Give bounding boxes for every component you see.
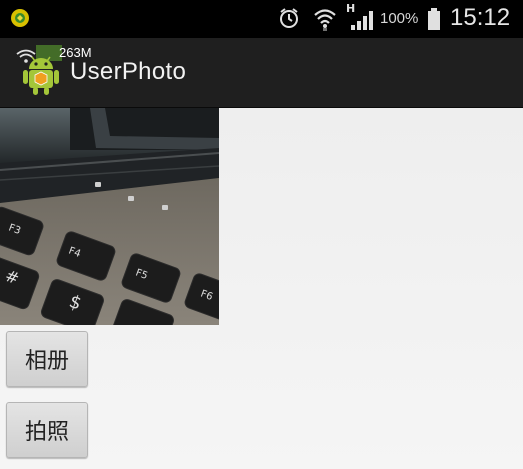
- status-clock: 15:12: [450, 4, 511, 31]
- camera-button-label: 拍照: [24, 420, 69, 445]
- android-app-icon[interactable]: [18, 45, 64, 95]
- album-button-label: 相册: [24, 349, 69, 374]
- user-photo: F3 F4 F5 F6 # $: [0, 108, 219, 325]
- album-button[interactable]: 相册: [6, 331, 88, 387]
- status-bar: H 100% 15:12: [0, 0, 523, 38]
- app-title: UserPhoto: [70, 58, 187, 85]
- camera-button[interactable]: 拍照: [6, 402, 88, 458]
- battery-icon: [428, 8, 440, 30]
- wifi-icon: [314, 9, 336, 31]
- laptop-keyboard-photo: F3 F4 F5 F6 # $: [0, 108, 219, 325]
- notification-icon: [11, 9, 29, 27]
- battery-percent: 100%: [380, 10, 419, 27]
- signal-icon: [351, 11, 373, 30]
- action-bar: 263M UserPhoto: [0, 38, 523, 108]
- alarm-icon: [280, 8, 298, 28]
- app-screen: H 100% 15:12 263M UserPhoto F3 F4 F5 F6 …: [0, 0, 523, 469]
